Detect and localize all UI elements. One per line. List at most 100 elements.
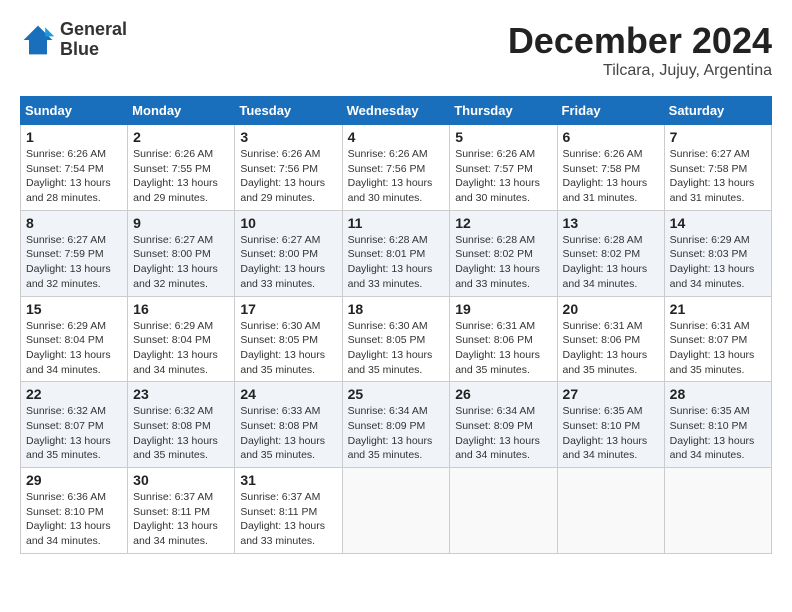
calendar-cell: 29 Sunrise: 6:36 AM Sunset: 8:10 PM Dayli… <box>21 468 128 554</box>
day-detail: Sunrise: 6:32 AM Sunset: 8:08 PM Dayligh… <box>133 404 229 463</box>
day-detail: Sunrise: 6:32 AM Sunset: 8:07 PM Dayligh… <box>26 404 122 463</box>
calendar-cell <box>557 468 664 554</box>
calendar-cell: 26 Sunrise: 6:34 AM Sunset: 8:09 PM Dayli… <box>450 382 557 468</box>
weekday-header-tuesday: Tuesday <box>235 97 342 125</box>
day-number: 9 <box>133 215 229 231</box>
day-number: 11 <box>348 215 445 231</box>
day-number: 8 <box>26 215 122 231</box>
month-year-title: December 2024 <box>508 20 772 62</box>
calendar-cell: 2Sunrise: 6:26 AM Sunset: 7:55 PM Daylig… <box>128 125 235 211</box>
day-number: 7 <box>670 129 766 145</box>
day-detail: Sunrise: 6:27 AM Sunset: 7:58 PM Dayligh… <box>670 147 766 206</box>
calendar-cell: 15 Sunrise: 6:29 AM Sunset: 8:04 PM Dayli… <box>21 296 128 382</box>
title-block: December 2024 Tilcara, Jujuy, Argentina <box>508 20 772 80</box>
weekday-header-sunday: Sunday <box>21 97 128 125</box>
day-number: 28 <box>670 386 766 402</box>
calendar-cell: 4Sunrise: 6:26 AM Sunset: 7:56 PM Daylig… <box>342 125 450 211</box>
calendar-week-row: 29 Sunrise: 6:36 AM Sunset: 8:10 PM Dayli… <box>21 468 772 554</box>
calendar-cell: 14Sunrise: 6:29 AM Sunset: 8:03 PM Dayli… <box>664 210 771 296</box>
day-detail: Sunrise: 6:35 AM Sunset: 8:10 PM Dayligh… <box>563 404 659 463</box>
day-number: 29 <box>26 472 122 488</box>
day-number: 22 <box>26 386 122 402</box>
calendar-cell: 22 Sunrise: 6:32 AM Sunset: 8:07 PM Dayli… <box>21 382 128 468</box>
day-detail: Sunrise: 6:26 AM Sunset: 7:56 PM Dayligh… <box>240 147 336 206</box>
weekday-header-wednesday: Wednesday <box>342 97 450 125</box>
location-subtitle: Tilcara, Jujuy, Argentina <box>508 62 772 80</box>
day-number: 24 <box>240 386 336 402</box>
day-detail: Sunrise: 6:30 AM Sunset: 8:05 PM Dayligh… <box>348 319 445 378</box>
calendar-cell <box>664 468 771 554</box>
logo: General Blue <box>20 20 127 60</box>
calendar-table: SundayMondayTuesdayWednesdayThursdayFrid… <box>20 96 772 554</box>
day-number: 16 <box>133 301 229 317</box>
day-detail: Sunrise: 6:36 AM Sunset: 8:10 PM Dayligh… <box>26 490 122 549</box>
day-number: 23 <box>133 386 229 402</box>
day-detail: Sunrise: 6:31 AM Sunset: 8:07 PM Dayligh… <box>670 319 766 378</box>
day-detail: Sunrise: 6:26 AM Sunset: 7:54 PM Dayligh… <box>26 147 122 206</box>
day-number: 3 <box>240 129 336 145</box>
day-number: 26 <box>455 386 551 402</box>
calendar-cell <box>342 468 450 554</box>
calendar-cell: 6 Sunrise: 6:26 AM Sunset: 7:58 PM Daylig… <box>557 125 664 211</box>
day-detail: Sunrise: 6:30 AM Sunset: 8:05 PM Dayligh… <box>240 319 336 378</box>
day-detail: Sunrise: 6:31 AM Sunset: 8:06 PM Dayligh… <box>455 319 551 378</box>
calendar-cell: 8 Sunrise: 6:27 AM Sunset: 7:59 PM Daylig… <box>21 210 128 296</box>
day-number: 15 <box>26 301 122 317</box>
weekday-header-thursday: Thursday <box>450 97 557 125</box>
calendar-cell <box>450 468 557 554</box>
day-detail: Sunrise: 6:34 AM Sunset: 8:09 PM Dayligh… <box>455 404 551 463</box>
day-detail: Sunrise: 6:37 AM Sunset: 8:11 PM Dayligh… <box>133 490 229 549</box>
day-detail: Sunrise: 6:26 AM Sunset: 7:58 PM Dayligh… <box>563 147 659 206</box>
day-detail: Sunrise: 6:28 AM Sunset: 8:01 PM Dayligh… <box>348 233 445 292</box>
day-number: 30 <box>133 472 229 488</box>
day-number: 18 <box>348 301 445 317</box>
calendar-cell: 16 Sunrise: 6:29 AM Sunset: 8:04 PM Dayli… <box>128 296 235 382</box>
day-number: 5 <box>455 129 551 145</box>
calendar-cell: 23 Sunrise: 6:32 AM Sunset: 8:08 PM Dayli… <box>128 382 235 468</box>
day-detail: Sunrise: 6:27 AM Sunset: 8:00 PM Dayligh… <box>133 233 229 292</box>
calendar-cell: 19 Sunrise: 6:31 AM Sunset: 8:06 PM Dayli… <box>450 296 557 382</box>
calendar-week-row: 22 Sunrise: 6:32 AM Sunset: 8:07 PM Dayli… <box>21 382 772 468</box>
day-number: 20 <box>563 301 659 317</box>
day-detail: Sunrise: 6:29 AM Sunset: 8:04 PM Dayligh… <box>133 319 229 378</box>
calendar-cell: 21 Sunrise: 6:31 AM Sunset: 8:07 PM Dayli… <box>664 296 771 382</box>
day-number: 13 <box>563 215 659 231</box>
day-detail: Sunrise: 6:34 AM Sunset: 8:09 PM Dayligh… <box>348 404 445 463</box>
calendar-cell: 9 Sunrise: 6:27 AM Sunset: 8:00 PM Daylig… <box>128 210 235 296</box>
weekday-header-row: SundayMondayTuesdayWednesdayThursdayFrid… <box>21 97 772 125</box>
day-detail: Sunrise: 6:29 AM Sunset: 8:04 PM Dayligh… <box>26 319 122 378</box>
day-detail: Sunrise: 6:26 AM Sunset: 7:56 PM Dayligh… <box>348 147 445 206</box>
calendar-week-row: 15 Sunrise: 6:29 AM Sunset: 8:04 PM Dayli… <box>21 296 772 382</box>
calendar-cell: 10Sunrise: 6:27 AM Sunset: 8:00 PM Dayli… <box>235 210 342 296</box>
calendar-cell: 20Sunrise: 6:31 AM Sunset: 8:06 PM Dayli… <box>557 296 664 382</box>
day-number: 19 <box>455 301 551 317</box>
day-number: 14 <box>670 215 766 231</box>
calendar-cell: 31 Sunrise: 6:37 AM Sunset: 8:11 PM Dayli… <box>235 468 342 554</box>
calendar-cell: 27Sunrise: 6:35 AM Sunset: 8:10 PM Dayli… <box>557 382 664 468</box>
day-detail: Sunrise: 6:27 AM Sunset: 7:59 PM Dayligh… <box>26 233 122 292</box>
day-number: 2 <box>133 129 229 145</box>
day-detail: Sunrise: 6:33 AM Sunset: 8:08 PM Dayligh… <box>240 404 336 463</box>
day-detail: Sunrise: 6:28 AM Sunset: 8:02 PM Dayligh… <box>563 233 659 292</box>
calendar-cell: 5 Sunrise: 6:26 AM Sunset: 7:57 PM Daylig… <box>450 125 557 211</box>
day-number: 17 <box>240 301 336 317</box>
day-detail: Sunrise: 6:26 AM Sunset: 7:57 PM Dayligh… <box>455 147 551 206</box>
calendar-cell: 13 Sunrise: 6:28 AM Sunset: 8:02 PM Dayli… <box>557 210 664 296</box>
day-number: 31 <box>240 472 336 488</box>
day-number: 25 <box>348 386 445 402</box>
calendar-cell: 28Sunrise: 6:35 AM Sunset: 8:10 PM Dayli… <box>664 382 771 468</box>
calendar-cell: 11 Sunrise: 6:28 AM Sunset: 8:01 PM Dayli… <box>342 210 450 296</box>
calendar-week-row: 8 Sunrise: 6:27 AM Sunset: 7:59 PM Daylig… <box>21 210 772 296</box>
calendar-cell: 7 Sunrise: 6:27 AM Sunset: 7:58 PM Daylig… <box>664 125 771 211</box>
calendar-cell: 1Sunrise: 6:26 AM Sunset: 7:54 PM Daylig… <box>21 125 128 211</box>
calendar-week-row: 1Sunrise: 6:26 AM Sunset: 7:54 PM Daylig… <box>21 125 772 211</box>
calendar-cell: 3 Sunrise: 6:26 AM Sunset: 7:56 PM Daylig… <box>235 125 342 211</box>
day-number: 6 <box>563 129 659 145</box>
logo-text: General Blue <box>60 20 127 60</box>
weekday-header-friday: Friday <box>557 97 664 125</box>
day-number: 12 <box>455 215 551 231</box>
day-number: 10 <box>240 215 336 231</box>
day-detail: Sunrise: 6:37 AM Sunset: 8:11 PM Dayligh… <box>240 490 336 549</box>
day-number: 21 <box>670 301 766 317</box>
weekday-header-saturday: Saturday <box>664 97 771 125</box>
